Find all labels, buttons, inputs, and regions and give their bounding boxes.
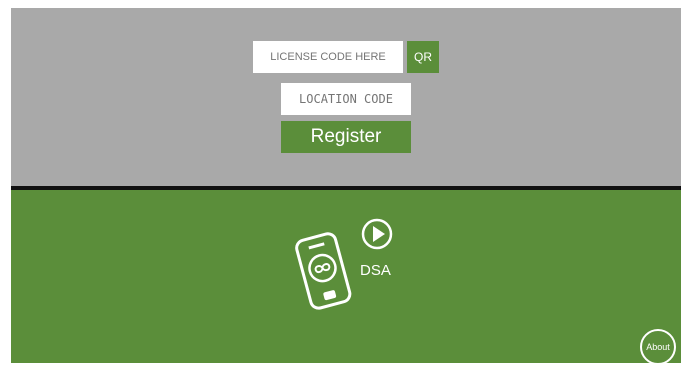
about-button[interactable]: About [640,329,676,365]
registration-panel: QR Register [11,8,681,186]
register-button[interactable]: Register [281,121,411,153]
location-code-input[interactable] [281,83,411,115]
app-logo-label: DSA [360,262,391,279]
license-code-input[interactable] [253,41,403,73]
qr-button[interactable]: QR [407,41,439,73]
app-screen: QR Register DSA About [11,8,681,365]
app-launch-panel: DSA About [11,190,681,365]
